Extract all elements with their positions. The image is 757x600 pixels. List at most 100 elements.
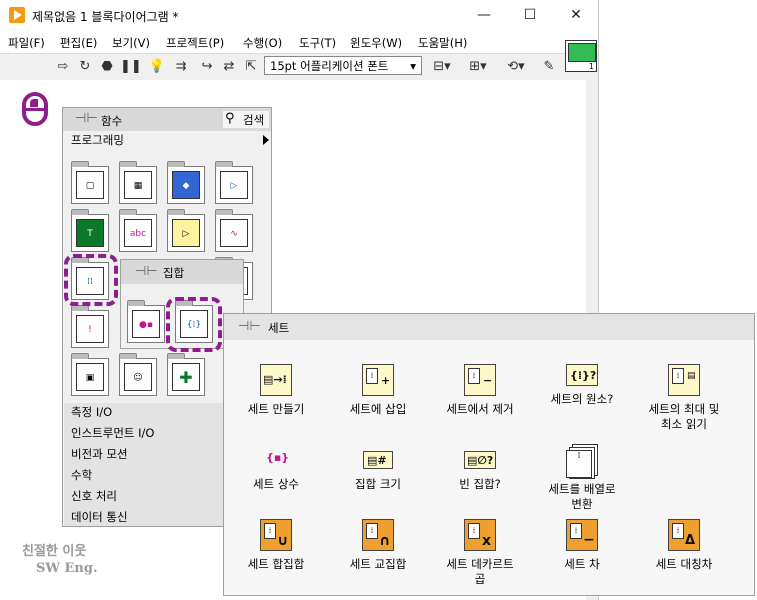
empty-set-item[interactable]: ▤∅? 빈 집합?: [430, 451, 530, 492]
timing-icon[interactable]: ∿: [215, 209, 253, 252]
synchronization-icon[interactable]: ▣: [71, 353, 109, 396]
menu-project[interactable]: 프로젝트(P): [166, 35, 224, 51]
application-control-icon[interactable]: ☺: [119, 353, 157, 396]
pin-icon[interactable]: ⊣⊢: [75, 112, 98, 126]
step-over-icon[interactable]: ⇄: [220, 58, 238, 76]
cartesian-product-label: 세트 데카르트 곱: [446, 557, 514, 586]
step-into-icon[interactable]: ↪: [198, 58, 216, 76]
cluster-icon[interactable]: ◆: [167, 161, 205, 204]
set-size-icon: ▤#: [363, 451, 393, 469]
comparison-icon[interactable]: ▷: [167, 209, 205, 252]
pin-icon[interactable]: ⊣⊢: [238, 320, 261, 334]
highlight-set-subcategory: [166, 297, 222, 352]
category-vision-motion[interactable]: 비전과 모션: [71, 446, 128, 462]
set-subpalette-header: ⊣⊢ 집합: [121, 260, 243, 284]
chevron-down-icon: ▾: [410, 59, 416, 73]
menu-help[interactable]: 도움말(H): [418, 35, 467, 51]
minimize-button[interactable]: —: [461, 0, 507, 31]
structures-icon[interactable]: ▢: [71, 161, 109, 204]
category-mathematics[interactable]: 수학: [71, 467, 92, 483]
graphics-and-sound-icon[interactable]: ✚: [167, 353, 205, 396]
numeric-icon[interactable]: ▷: [215, 161, 253, 204]
category-measurement-io[interactable]: 측정 I/O: [71, 404, 112, 420]
menu-edit[interactable]: 편집(E): [60, 35, 97, 51]
menu-file[interactable]: 파일(F): [8, 35, 45, 51]
remove-from-set-item[interactable]: ⁞ − 세트에서 제거: [430, 364, 530, 417]
programming-category[interactable]: 프로그래밍: [71, 132, 124, 148]
reorder-icon[interactable]: ⟲▾: [504, 58, 528, 76]
menu-tools[interactable]: 도구(T): [299, 35, 336, 51]
pause-icon[interactable]: ❚❚: [120, 58, 142, 76]
build-set-item[interactable]: ▤→⁞ 세트 만들기: [226, 364, 326, 417]
search-icon: ⚲: [225, 111, 235, 126]
highlight-execution-icon[interactable]: 💡: [148, 58, 166, 76]
error-handling-icon[interactable]: !: [71, 305, 109, 348]
set-max-min-label: 세트의 최대 및 최소 읽기: [648, 402, 720, 431]
set-max-min-item[interactable]: ⁞ ▤ 세트의 최대 및 최소 읽기: [634, 364, 734, 432]
symmetric-difference-icon: ⁞ Δ: [668, 519, 700, 551]
intersection-icon: ⁞ ∩: [362, 519, 394, 551]
pin-icon[interactable]: ⊣⊢: [135, 265, 158, 279]
cartesian-product-icon: ⁞ x: [464, 519, 496, 551]
toolbar: ⇨ ↻ ⬣ ❚❚ 💡 ⇉ ↪ ⇄ ⇱ 15pt 어플리케이션 폰트 ▾ ⊟▾ ⊞…: [0, 53, 598, 81]
symmetric-difference-item[interactable]: ⁞ Δ 세트 대칭차: [634, 519, 734, 572]
distribute-objects-icon[interactable]: ⊞▾: [466, 58, 490, 76]
menu-window[interactable]: 윈도우(W): [350, 35, 402, 51]
step-out-icon[interactable]: ⇱: [242, 58, 260, 76]
empty-set-icon: ▤∅?: [464, 451, 496, 469]
cartesian-product-item[interactable]: ⁞ x 세트 데카르트 곱: [430, 519, 530, 587]
build-set-label: 세트 만들기: [247, 402, 305, 416]
set-palette-header: ⊣⊢ 세트: [224, 314, 754, 340]
menu-view[interactable]: 보기(V): [112, 35, 150, 51]
abort-icon[interactable]: ⬣: [98, 58, 116, 76]
category-instrument-io[interactable]: 인스트루먼트 I/O: [71, 425, 154, 441]
insert-into-set-item[interactable]: ⁞ + 세트에 삽입: [328, 364, 428, 417]
window-title: 제목없음 1 블록다이어그램 *: [32, 10, 179, 24]
highlight-set-category: [64, 254, 118, 306]
insert-into-set-icon: ⁞ +: [362, 364, 394, 396]
watermark: 친절한 이웃 SW Eng.: [22, 543, 98, 577]
category-data-communication[interactable]: 데이터 통신: [71, 509, 128, 525]
vi-number: 1: [588, 62, 594, 71]
vi-icon[interactable]: 1: [565, 40, 597, 72]
run-continuously-icon[interactable]: ↻: [76, 58, 94, 76]
menu-operate[interactable]: 수행(O): [243, 35, 282, 51]
set-to-array-item[interactable]: ⁞ 세트를 배열로 변환: [532, 444, 632, 512]
run-icon[interactable]: ⇨: [54, 58, 72, 76]
union-item[interactable]: ⁞ ∪ 세트 합집합: [226, 519, 326, 572]
search-label: 검색: [243, 113, 265, 127]
member-of-set-label: 세트의 원소?: [550, 392, 614, 406]
build-set-icon: ▤→⁞: [260, 364, 292, 396]
set-constant-item[interactable]: {▪} 세트 상수: [226, 451, 326, 492]
difference-icon: ⁞ −: [566, 519, 598, 551]
set-size-item[interactable]: ▤# 집합 크기: [328, 451, 428, 492]
set-subpalette-title: 집합: [163, 266, 185, 280]
symmetric-difference-label: 세트 대칭차: [655, 557, 713, 571]
set-to-array-icon: ⁞: [566, 444, 598, 479]
string-icon[interactable]: abc: [119, 209, 157, 252]
font-select[interactable]: 15pt 어플리케이션 폰트 ▾: [264, 56, 422, 75]
category-signal-processing[interactable]: 신호 처리: [71, 488, 117, 504]
align-objects-icon[interactable]: ⊟▾: [430, 58, 454, 76]
array-icon[interactable]: ▦: [119, 161, 157, 204]
clean-up-diagram-icon[interactable]: ✎: [540, 58, 558, 76]
boolean-icon[interactable]: T: [71, 209, 109, 252]
maximize-button[interactable]: ☐: [507, 0, 553, 31]
member-of-set-item[interactable]: {⁞}? 세트의 원소?: [532, 364, 632, 407]
set-size-label: 집합 크기: [355, 477, 401, 491]
search-button[interactable]: ⚲ 검색: [223, 111, 269, 128]
difference-item[interactable]: ⁞ − 세트 차: [532, 519, 632, 572]
retain-wire-values-icon[interactable]: ⇉: [172, 58, 190, 76]
menu-bar: 파일(F) 편집(E) 보기(V) 프로젝트(P) 수행(O) 도구(T) 윈도…: [0, 31, 598, 53]
remove-from-set-icon: ⁞ −: [464, 364, 496, 396]
intersection-item[interactable]: ⁞ ∩ 세트 교집합: [328, 519, 428, 572]
map-icon[interactable]: ●▪: [127, 300, 165, 343]
close-button[interactable]: ✕: [553, 0, 599, 31]
set-constant-label: 세트 상수: [253, 477, 299, 491]
member-of-set-icon: {⁞}?: [566, 364, 598, 386]
set-palette: ⊣⊢ 세트 ▤→⁞ 세트 만들기 ⁞ + 세트에 삽입 ⁞ − 세트에서 제거 {⁞…: [223, 313, 755, 596]
title-bar: 제목없음 1 블록다이어그램 * — ☐ ✕: [0, 0, 598, 31]
union-icon: ⁞ ∪: [260, 519, 292, 551]
font-select-value: 15pt 어플리케이션 폰트: [270, 59, 389, 73]
intersection-label: 세트 교집합: [349, 557, 407, 571]
